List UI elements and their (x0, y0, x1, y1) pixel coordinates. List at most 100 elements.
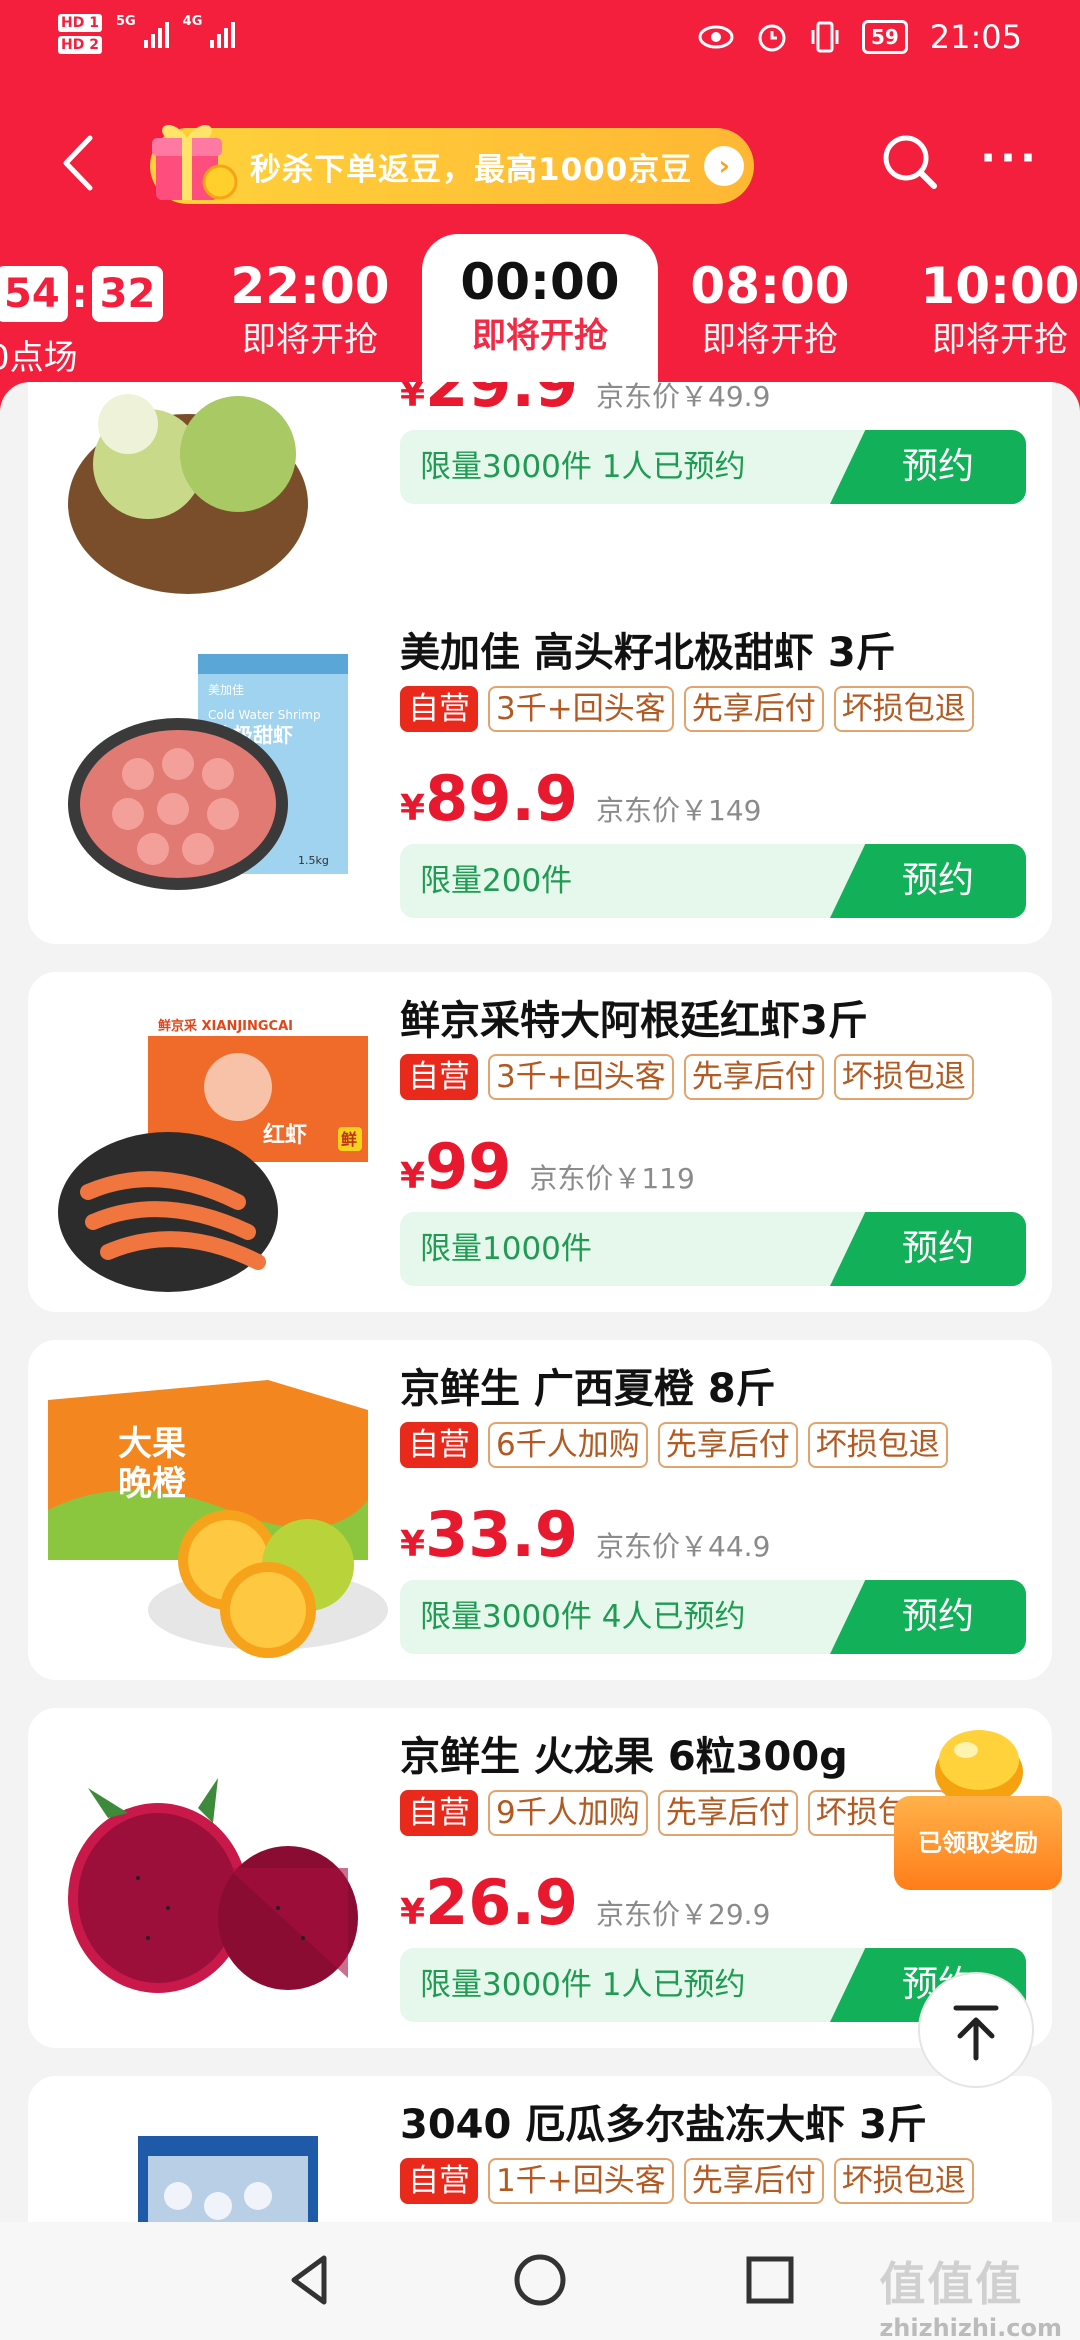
product-card[interactable]: 鲜京采 XIANJINGCAI 红虾 鲜 鲜京采特大阿根廷红虾3斤 自营 3千+… (28, 972, 1052, 1312)
reserve-button[interactable]: 预约 (830, 1580, 1026, 1654)
tab-0800[interactable]: 08:00 即将开抢 (690, 256, 850, 364)
battery-indicator: 59 (861, 20, 908, 54)
price-value: 99 (425, 1130, 512, 1203)
limit-text: 限量3000件 4人已预约 (420, 1599, 746, 1635)
tag: 1千+回头客 (488, 2158, 674, 2204)
search-icon (883, 135, 937, 189)
watermark-sub: zhizhizhi.com (879, 2314, 1062, 2340)
price-currency: ¥ (400, 382, 426, 415)
tab-1000[interactable]: 10:00 即将开抢 (920, 256, 1080, 364)
back-to-top-button[interactable] (918, 1972, 1034, 2088)
price: ¥ 26.9 京东价￥29.9 (400, 1866, 770, 1939)
status-right: 59 21:05 (698, 18, 1022, 56)
reserve-bar: 限量3000件 1人已预约 预约 (400, 430, 1026, 504)
nav-back-icon[interactable] (280, 2250, 340, 2310)
network-4g-label: 4G (182, 14, 203, 29)
price-currency: ¥ (400, 788, 426, 829)
reward-label: 已领取奖励 (894, 1796, 1062, 1890)
tag: 3千+回头客 (488, 1054, 674, 1100)
product-card[interactable]: 大果 晚橙 京鲜生 广西夏橙 8斤 自营 6千人加购 先享后付 坏损包退 ¥ 3… (28, 1340, 1052, 1680)
watermark-main: 值值值 (879, 2257, 1024, 2311)
frozen-shrimp-image (138, 2136, 318, 2222)
product-card[interactable]: 3040 厄瓜多尔盐冻大虾 3斤 自营 1千+回头客 先享后付 坏损包退 (28, 2076, 1052, 2222)
price: ¥ 33.9 京东价￥44.9 (400, 1498, 770, 1571)
status-left: HD 1 HD 2 5G 4G (58, 14, 236, 54)
product-name[interactable]: 美加佳 高头籽北极甜虾 3斤 (400, 620, 896, 678)
promo-text: 秒杀下单返豆，最高1000京豆 (250, 151, 693, 188)
status-bar: HD 1 HD 2 5G 4G 59 21:05 (0, 0, 1080, 80)
tag: 先享后付 (683, 2158, 824, 2204)
tag-list: 自营 1千+回头客 先享后付 坏损包退 (400, 2158, 974, 2204)
tab-label: 即将开抢 (242, 320, 378, 360)
product-card[interactable]: 美加佳 Cold Water Shrimp 北极甜虾 1.5kg 美加佳 高头籽… (28, 604, 1052, 944)
original-price: 京东价￥119 (529, 1162, 695, 1195)
tag: 坏损包退 (807, 1422, 948, 1468)
signal2-icon (210, 20, 236, 48)
tab-label: 即将开抢 (932, 320, 1068, 360)
dragon-fruit-image (68, 1778, 358, 1993)
limit-text: 限量3000件 1人已预约 (420, 1967, 746, 2003)
tag: 坏损包退 (833, 1054, 974, 1100)
search-button[interactable] (876, 128, 946, 198)
tab-time: 08:00 (690, 257, 850, 315)
original-price: 京东价￥149 (596, 794, 762, 827)
product-name[interactable]: 京鲜生 广西夏橙 8斤 (400, 1356, 776, 1414)
nav-recents-icon[interactable] (740, 2250, 800, 2310)
svg-text:鲜: 鲜 (341, 1130, 357, 1149)
promo-banner[interactable]: 秒杀下单返豆，最高1000京豆 › (150, 124, 754, 204)
price-currency: ¥ (400, 1156, 426, 1197)
alarm-icon (758, 24, 786, 52)
signal-icon (143, 20, 169, 48)
countdown: 54 : 32 (0, 266, 164, 322)
tag-list: 自营 3千+回头客 先享后付 坏损包退 (400, 1054, 974, 1100)
countdown-colon: : (71, 271, 88, 317)
svg-text:鲜京采 XIANJINGCAI: 鲜京采 XIANJINGCAI (158, 1018, 293, 1034)
price-currency: ¥ (400, 1892, 426, 1933)
tag-list: 自营 9千人加购 先享后付 坏损包退 (400, 1790, 948, 1836)
session-tabs: 54 : 32 0点场 22:00 即将开抢 00:00 即将开抢 08:00 … (0, 230, 1080, 404)
more-button[interactable]: ··· (970, 128, 1050, 198)
nav-home-icon[interactable] (510, 2250, 570, 2310)
reserve-button[interactable]: 预约 (830, 430, 1026, 504)
back-button[interactable] (50, 128, 110, 198)
tag-self-run: 自营 (400, 1790, 478, 1836)
hd2-indicator: HD 2 (58, 36, 102, 54)
tag: 先享后付 (657, 1422, 798, 1468)
tag: 先享后付 (657, 1790, 798, 1836)
tag-self-run: 自营 (400, 2158, 478, 2204)
price-value: 33.9 (425, 1498, 579, 1571)
product-name[interactable]: 3040 厄瓜多尔盐冻大虾 3斤 (400, 2092, 927, 2150)
price: ¥ 89.9 京东价￥149 (400, 762, 762, 835)
tab-0000[interactable]: 00:00 即将开抢 (422, 234, 658, 404)
product-list[interactable]: ¥ 29.9 京东价￥49.9 限量3000件 1人已预约 预约 美加佳 Col… (0, 382, 1080, 2222)
tab-time: 10:00 (920, 257, 1080, 315)
tag: 坏损包退 (833, 2158, 974, 2204)
clock-time: 21:05 (929, 18, 1022, 56)
price-value: 89.9 (425, 762, 579, 835)
price: ¥ 99 京东价￥119 (400, 1130, 695, 1203)
product-name[interactable]: 京鲜生 火龙果 6粒300g (400, 1724, 848, 1782)
tag: 3千+回头客 (488, 686, 674, 732)
tab-2200[interactable]: 22:00 即将开抢 (230, 256, 390, 364)
orange-box-image: 大果 晚橙 (48, 1380, 388, 1658)
product-name[interactable]: 鲜京采特大阿根廷红虾3斤 (400, 988, 868, 1046)
reserve-button[interactable]: 预约 (830, 1212, 1026, 1286)
arrow-up-icon (953, 2005, 999, 2061)
tag-list: 自营 3千+回头客 先享后付 坏损包退 (400, 686, 974, 732)
tag: 9千人加购 (488, 1790, 648, 1836)
watermark: 值值值 zhizhizhi.com (879, 2248, 1062, 2340)
reserve-button[interactable]: 预约 (830, 844, 1026, 918)
tab-time: 22:00 (230, 257, 390, 315)
original-price: 京东价￥29.9 (596, 1898, 771, 1931)
tag: 先享后付 (683, 686, 824, 732)
current-session-label: 0点场 (0, 338, 78, 378)
red-shrimp-image: 鲜京采 XIANJINGCAI 红虾 鲜 (58, 1012, 368, 1292)
tag-self-run: 自营 (400, 1422, 478, 1468)
reward-widget[interactable]: 已领取奖励 (894, 1712, 1062, 1892)
svg-text:1.5kg: 1.5kg (298, 854, 329, 867)
tab-label: 即将开抢 (472, 316, 608, 356)
svg-text:Cold Water Shrimp: Cold Water Shrimp (208, 708, 321, 722)
promo-arrow-icon: › (704, 146, 745, 186)
reserve-bar: 限量1000件 预约 (400, 1212, 1026, 1286)
sweet-shrimp-image: 美加佳 Cold Water Shrimp 北极甜虾 1.5kg (68, 654, 348, 890)
